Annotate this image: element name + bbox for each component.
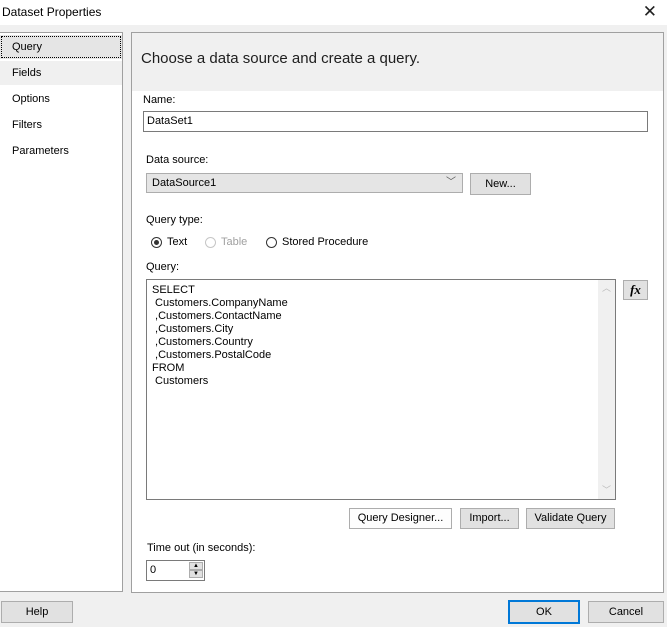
scroll-up-icon[interactable]: ︿ bbox=[598, 280, 615, 297]
radio-table-label: Table bbox=[221, 236, 248, 248]
sidebar-item-parameters[interactable]: Parameters bbox=[0, 139, 122, 163]
radio-stored-procedure[interactable]: Stored Procedure bbox=[266, 236, 368, 248]
new-datasource-button[interactable]: New... bbox=[470, 173, 531, 195]
window-title: Dataset Properties bbox=[2, 5, 102, 19]
query-textarea[interactable]: SELECT Customers.CompanyName ,Customers.… bbox=[146, 279, 616, 500]
chevron-down-icon: ﹀ bbox=[446, 177, 456, 188]
page-header: Choose a data source and create a query. bbox=[132, 33, 663, 91]
cancel-button[interactable]: Cancel bbox=[588, 601, 664, 623]
validate-query-button[interactable]: Validate Query bbox=[526, 508, 615, 529]
timeout-stepper[interactable]: 0 ▲ ▼ bbox=[146, 560, 205, 581]
query-page: Choose a data source and create a query.… bbox=[131, 32, 664, 593]
radio-icon bbox=[266, 236, 277, 248]
query-text[interactable]: SELECT Customers.CompanyName ,Customers.… bbox=[152, 284, 288, 388]
query-designer-button[interactable]: Query Designer... bbox=[349, 508, 452, 529]
datasource-select[interactable]: DataSource1 ﹀ bbox=[146, 173, 463, 193]
radio-icon bbox=[205, 236, 216, 248]
sidebar-item-fields[interactable]: Fields bbox=[0, 61, 122, 85]
expression-button[interactable]: fx bbox=[623, 280, 648, 300]
sidebar-item-options[interactable]: Options bbox=[0, 87, 122, 111]
import-button[interactable]: Import... bbox=[460, 508, 519, 529]
radio-text[interactable]: Text bbox=[151, 236, 187, 248]
datasource-value: DataSource1 bbox=[152, 177, 217, 189]
spin-down-icon[interactable]: ▼ bbox=[189, 570, 203, 578]
query-scrollbar[interactable]: ︿ ﹀ bbox=[598, 280, 615, 499]
help-button[interactable]: Help bbox=[1, 601, 73, 623]
sidebar: Query Fields Options Filters Parameters bbox=[0, 32, 123, 592]
radio-text-label: Text bbox=[167, 236, 188, 248]
timeout-value[interactable]: 0 bbox=[150, 564, 156, 576]
name-input[interactable]: DataSet1 bbox=[143, 111, 648, 132]
radio-stored-procedure-label: Stored Procedure bbox=[282, 236, 369, 248]
radio-table: Table bbox=[205, 236, 247, 248]
page-title: Choose a data source and create a query. bbox=[141, 50, 421, 67]
ok-button[interactable]: OK bbox=[508, 600, 580, 624]
radio-selected-icon bbox=[151, 236, 162, 248]
sidebar-item-filters[interactable]: Filters bbox=[0, 113, 122, 137]
title-bar: Dataset Properties ✕ bbox=[0, 0, 667, 25]
fx-icon: fx bbox=[630, 282, 641, 297]
close-icon[interactable]: ✕ bbox=[643, 2, 657, 22]
spin-up-icon[interactable]: ▲ bbox=[189, 562, 203, 570]
timeout-label: Time out (in seconds): bbox=[147, 542, 256, 554]
datasource-label: Data source: bbox=[146, 154, 209, 166]
sidebar-item-query[interactable]: Query bbox=[0, 35, 122, 59]
query-label: Query: bbox=[146, 261, 180, 273]
query-type-label: Query type: bbox=[146, 214, 203, 226]
name-label: Name: bbox=[143, 94, 176, 106]
scroll-down-icon[interactable]: ﹀ bbox=[598, 482, 615, 499]
